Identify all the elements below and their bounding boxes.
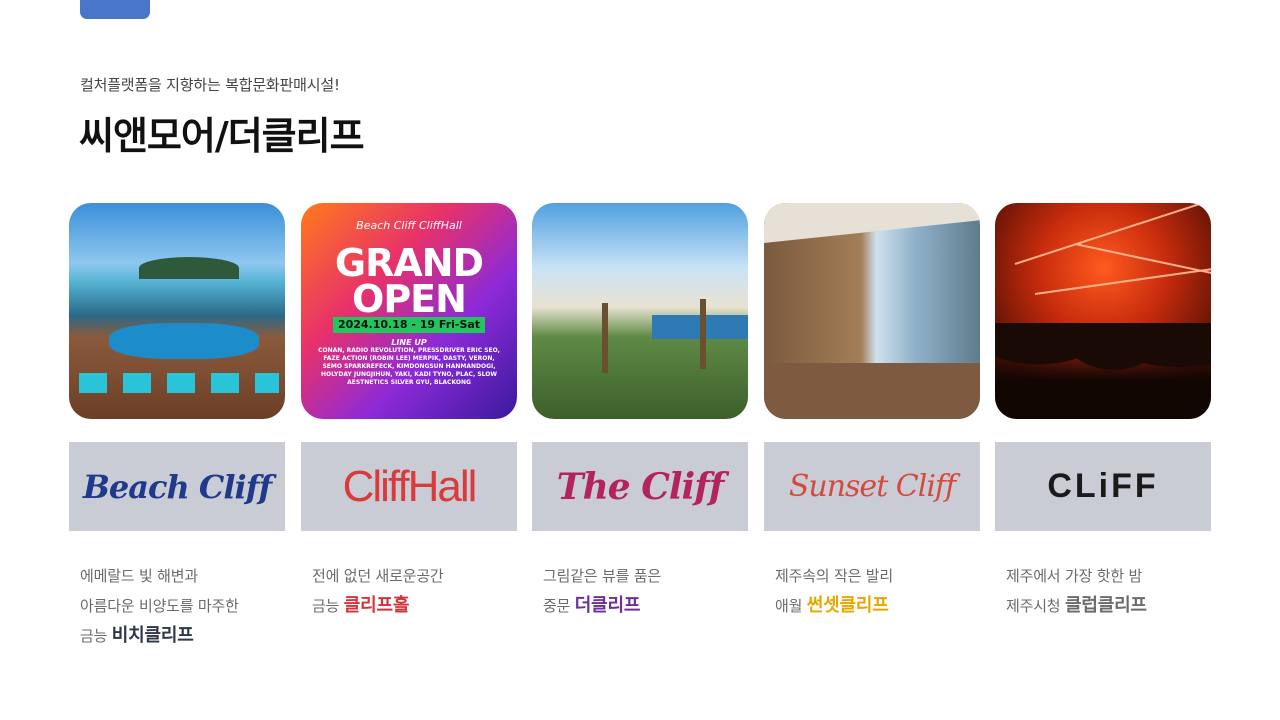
venue-name[interactable]: 썬셋클리프 [807, 595, 889, 616]
cliff-hall-logo: CliffHall [301, 442, 517, 531]
venue-card-club-cliff[interactable]: CLiFF 제주에서 가장 핫한 밤 제주시청 클럽클리프 [995, 203, 1211, 616]
desc-line: 에메랄드 빛 해변과 [80, 567, 198, 585]
page-title: 씨앤모어/더클리프 [79, 114, 365, 158]
logo-text: CliffHall [342, 461, 478, 511]
venue-description: 제주에서 가장 핫한 밤 제주시청 클럽클리프 [1006, 561, 1147, 621]
location-prefix: 금능 [312, 597, 340, 615]
logo-text: Sunset Cliff [788, 469, 956, 504]
venue-name[interactable]: 더클리프 [575, 595, 641, 616]
logo-text: The Cliff [556, 465, 724, 508]
sunset-cliff-logo: Sunset Cliff [764, 442, 980, 531]
loungers-shape [79, 373, 279, 393]
crowd-shape [995, 323, 1211, 419]
desc-line: 제주속의 작은 발리 [775, 567, 893, 585]
club-cliff-photo[interactable] [995, 203, 1211, 419]
desc-line: 그림같은 뷰를 품은 [543, 567, 661, 585]
venue-name[interactable]: 클리프홀 [344, 595, 410, 616]
venue-card-the-cliff[interactable]: The Cliff 그림같은 뷰를 품은 중문 더클리프 [532, 203, 748, 616]
sunset-cliff-photo[interactable] [764, 203, 980, 419]
desc-line: 제주에서 가장 핫한 밤 [1006, 567, 1143, 585]
poster-headline: GRAND OPEN [301, 241, 517, 321]
venue-description: 에메랄드 빛 해변과 아름다운 비양도를 마주한 금능 비치클리프 [80, 561, 239, 651]
desc-line: 아름다운 비양도를 마주한 [80, 597, 239, 615]
roof-shape [764, 203, 980, 243]
lineup-names: CONAN, RADIO REVOLUTION, PRESSDRIVER ERI… [318, 347, 500, 386]
the-cliff-logo: The Cliff [532, 442, 748, 531]
beach-cliff-photo[interactable] [69, 203, 285, 419]
deck-shape [764, 363, 980, 419]
island-shape [139, 257, 239, 279]
venue-card-beach-cliff[interactable]: Beach Cliff 에메랄드 빛 해변과 아름다운 비양도를 마주한 금능 … [69, 203, 285, 646]
poster-date: 2024.10.18 - 19 Fri-Sat [333, 317, 485, 333]
grand-open-poster[interactable]: Beach Cliff CliffHall GRAND OPEN 2024.10… [301, 203, 517, 419]
venue-description: 그림같은 뷰를 품은 중문 더클리프 [543, 561, 661, 621]
lineup-title: LINE UP [391, 338, 427, 347]
desc-line: 전에 없던 새로운공간 [312, 567, 444, 585]
location-prefix: 제주시청 [1006, 597, 1061, 615]
venue-card-sunset-cliff[interactable]: Sunset Cliff 제주속의 작은 발리 애월 썬셋클리프 [764, 203, 980, 616]
poster-headline-line: GRAND [334, 241, 484, 285]
location-prefix: 중문 [543, 597, 571, 615]
pool-shape [109, 323, 259, 359]
poster-headline-line: OPEN [352, 277, 467, 321]
laser-shape [1034, 266, 1211, 295]
venue-name[interactable]: 클럽클리프 [1065, 595, 1147, 616]
beach-cliff-logo: Beach Cliff [69, 442, 285, 531]
palm-shape [602, 303, 608, 373]
venue-card-cliff-hall[interactable]: Beach Cliff CliffHall GRAND OPEN 2024.10… [301, 203, 517, 616]
page-subtitle: 컬처플랫폼을 지향하는 복합문화판매시설! [80, 76, 340, 94]
logo-text: CLiFF [1047, 467, 1159, 505]
venue-description: 전에 없던 새로운공간 금능 클리프홀 [312, 561, 444, 621]
the-cliff-photo[interactable] [532, 203, 748, 419]
club-cliff-logo: CLiFF [995, 442, 1211, 531]
poster-lineup: LINE UP CONAN, RADIO REVOLUTION, PRESSDR… [301, 339, 517, 387]
location-prefix: 금능 [80, 627, 108, 645]
poster-brand: Beach Cliff CliffHall [356, 219, 462, 232]
palm-shape [700, 299, 706, 369]
location-prefix: 애월 [775, 597, 803, 615]
top-nav-button[interactable] [80, 0, 150, 19]
venue-description: 제주속의 작은 발리 애월 썬셋클리프 [775, 561, 893, 621]
venue-name[interactable]: 비치클리프 [112, 625, 194, 646]
logo-text: Beach Cliff [82, 467, 272, 506]
laser-shape [1014, 203, 1206, 265]
